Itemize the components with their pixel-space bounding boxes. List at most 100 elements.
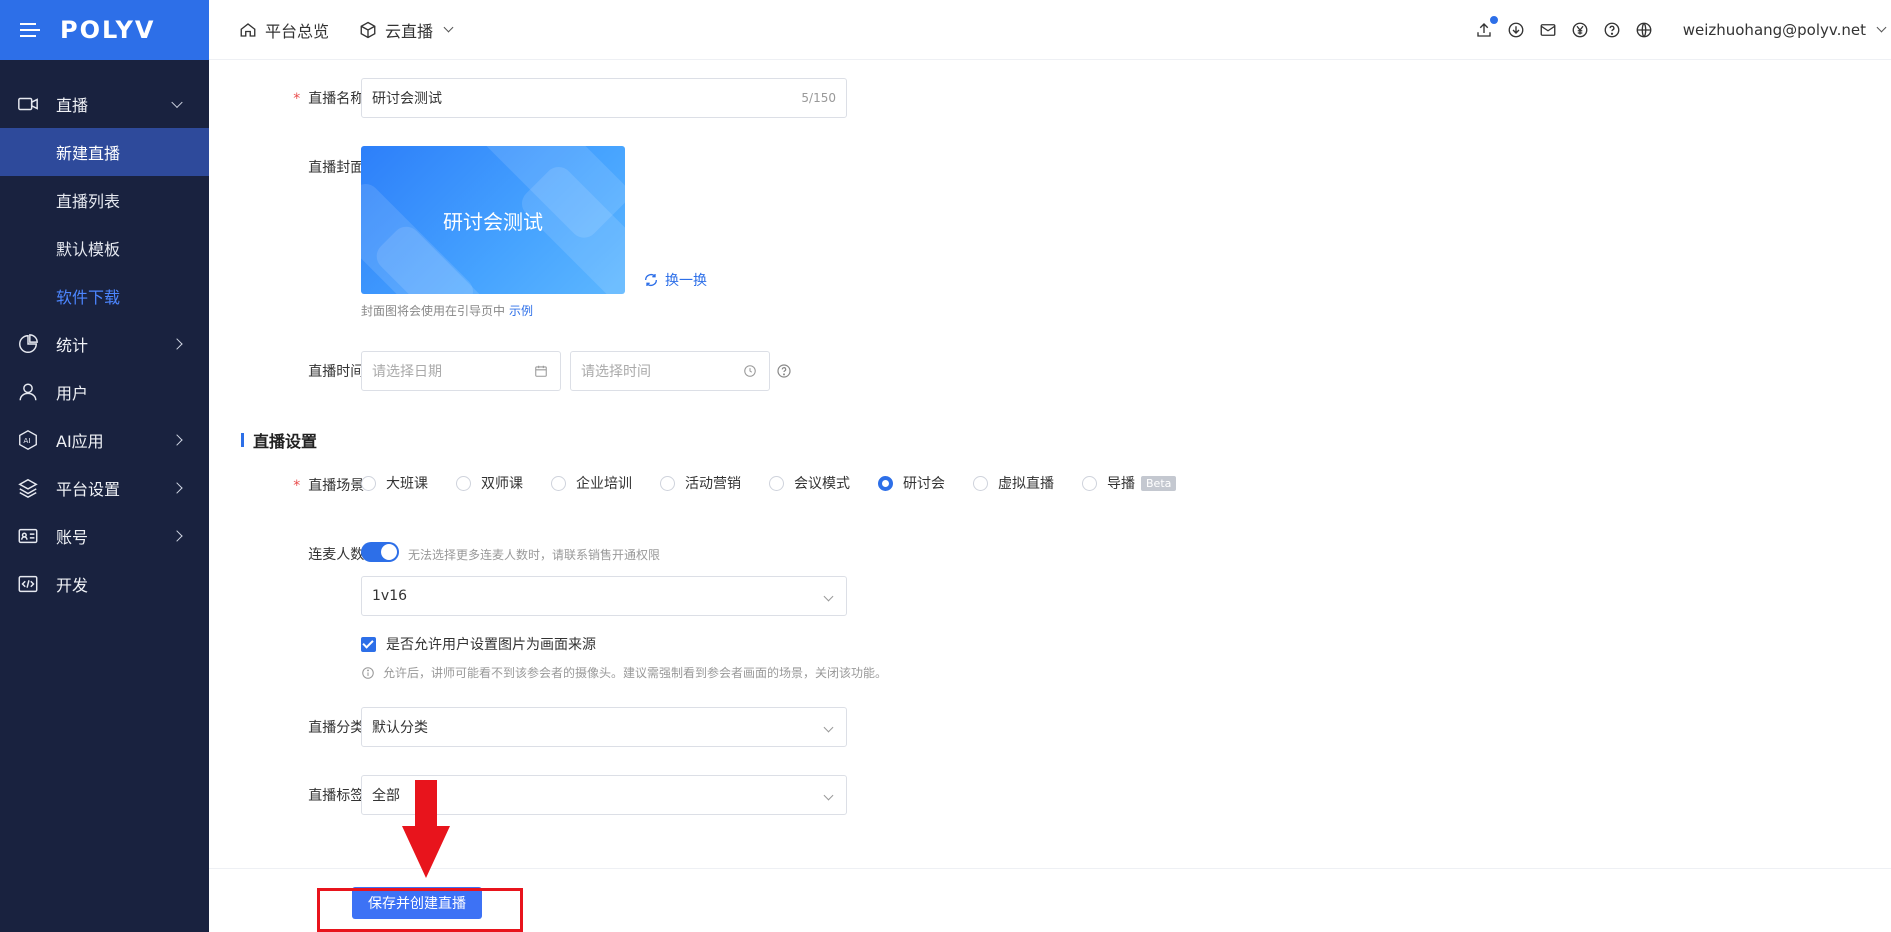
topbar: 平台总览 云直播 weizhuohang@polyv.net [209, 0, 1891, 60]
logo: POLYV [60, 16, 156, 44]
date-placeholder: 请选择日期 [372, 364, 442, 380]
scene-option[interactable]: 导播 Beta [1082, 473, 1177, 493]
sidebar-item-label: AI应用 [56, 432, 104, 451]
sidebar-item-live[interactable]: 直播 [0, 80, 209, 128]
name-counter: 5/150 [801, 91, 836, 105]
home-icon [240, 22, 256, 37]
chevron-down-icon [823, 591, 834, 602]
sidebar-item-default-template[interactable]: 默认模板 [0, 224, 209, 272]
sidebar-item-new-live[interactable]: 新建直播 [0, 128, 209, 176]
scene-option[interactable]: 双师课 [456, 473, 523, 493]
scene-option[interactable]: 活动营销 [660, 473, 741, 493]
scene-option[interactable]: 大班课 [361, 473, 428, 493]
code-icon [14, 570, 42, 598]
topbar-actions: weizhuohang@polyv.net [1475, 14, 1891, 39]
swap-label: 换一换 [665, 273, 707, 289]
category-select[interactable]: 默认分类 [361, 707, 847, 747]
user-icon [14, 378, 42, 406]
question-icon[interactable] [776, 363, 792, 379]
time-picker[interactable]: 请选择时间 [570, 351, 770, 391]
tab-label: 云直播 [385, 21, 434, 41]
scene-option-selected[interactable]: 研讨会 [878, 473, 945, 493]
cover-title: 研讨会测试 [443, 209, 543, 234]
sidebar-item-label: 直播 [56, 96, 89, 115]
cover-image[interactable]: 研讨会测试 [361, 146, 625, 294]
linkmic-hint: 无法选择更多连麦人数时，请联系销售开通权限 [408, 548, 661, 562]
logo-bar: POLYV [0, 0, 209, 60]
sidebar-item-label: 统计 [56, 336, 89, 355]
download-icon[interactable] [1507, 21, 1525, 39]
save-and-create-button[interactable]: 保存并创建直播 [352, 887, 482, 919]
globe-icon[interactable] [1635, 21, 1653, 39]
mail-icon[interactable] [1539, 21, 1557, 39]
help-icon[interactable] [1603, 21, 1621, 39]
sidebar-item-label: 账号 [56, 528, 89, 547]
allow-image-checkbox[interactable]: 是否允许用户设置图片为画面来源 [361, 634, 596, 654]
linkmic-toggle[interactable] [361, 542, 399, 562]
time-label: 直播时间: [308, 364, 369, 380]
chevron-right-icon [171, 338, 183, 350]
sidebar-item-label: 用户 [56, 384, 89, 403]
linkmic-label: 连麦人数: [308, 547, 369, 563]
sidebar-item-ai[interactable]: AI AI应用 [0, 416, 209, 464]
radio-circle [660, 475, 675, 491]
allow-image-label: 是否允许用户设置图片为画面来源 [386, 637, 596, 653]
date-picker[interactable]: 请选择日期 [361, 351, 561, 391]
chevron-down-icon [823, 722, 834, 733]
layers-icon [14, 474, 42, 502]
sidebar-nav: 直播 新建直播 直播列表 默认模板 软件下载 统计 用户 AI AI应用 平台设… [0, 60, 209, 608]
sidebar-item-develop[interactable]: 开发 [0, 560, 209, 608]
chevron-right-icon [171, 434, 183, 446]
chevron-down-icon [171, 96, 183, 109]
tab-cloud-live[interactable]: 云直播 [359, 18, 454, 42]
upload-icon[interactable] [1475, 14, 1499, 39]
section-bar [241, 433, 244, 447]
user-email[interactable]: weizhuohang@polyv.net [1683, 21, 1866, 39]
live-name-input[interactable]: 研讨会测试 5/150 [361, 78, 847, 118]
info-icon [362, 666, 374, 679]
yen-icon[interactable] [1571, 21, 1589, 39]
tag-select[interactable]: 全部 [361, 775, 847, 815]
calendar-icon [535, 365, 547, 377]
scene-radio-group: 大班课 双师课 企业培训 活动营销 会议模式 研讨会 虚拟直播 导播 Beta [361, 473, 1204, 493]
sidebar-item-platform-settings[interactable]: 平台设置 [0, 464, 209, 512]
menu-toggle-icon[interactable] [20, 23, 40, 37]
sidebar-item-live-list[interactable]: 直播列表 [0, 176, 209, 224]
sidebar-item-software-download[interactable]: 软件下载 [0, 272, 209, 320]
scene-option[interactable]: 企业培训 [551, 473, 632, 493]
example-link[interactable]: 示例 [509, 304, 533, 318]
tag-label: 直播标签: [308, 788, 369, 804]
svg-text:AI: AI [23, 436, 30, 445]
cover-tip: 封面图将会使用在引导页中 示例 [361, 304, 534, 318]
sidebar-item-label: 开发 [56, 576, 89, 595]
name-label: * 直播名称: [293, 91, 369, 107]
scene-option[interactable]: 会议模式 [769, 473, 850, 493]
category-value: 默认分类 [372, 720, 428, 736]
radio-circle [551, 475, 566, 491]
time-placeholder: 请选择时间 [581, 364, 651, 380]
tab-label: 平台总览 [265, 21, 330, 41]
radio-circle [973, 475, 988, 491]
video-camera-icon [14, 90, 42, 118]
radio-circle [456, 475, 471, 491]
chevron-down-icon [823, 790, 834, 801]
ai-hexagon-icon: AI [14, 426, 42, 454]
linkmic-value: 1v16 [372, 588, 408, 604]
radio-circle [1082, 475, 1097, 491]
chevron-down-icon[interactable] [1876, 22, 1887, 33]
swap-cover-button[interactable]: 换一换 [643, 270, 707, 290]
toggle-knob [381, 544, 397, 560]
tab-platform-overview[interactable]: 平台总览 [239, 18, 329, 42]
sidebar-item-account[interactable]: 账号 [0, 512, 209, 560]
beta-badge: Beta [1141, 475, 1177, 491]
scene-option[interactable]: 虚拟直播 [973, 473, 1054, 493]
section-title: 直播设置 [241, 428, 317, 452]
sidebar-item-users[interactable]: 用户 [0, 368, 209, 416]
sidebar-item-statistics[interactable]: 统计 [0, 320, 209, 368]
live-name-value: 研讨会测试 [372, 91, 442, 107]
sidebar-item-label: 平台设置 [56, 480, 121, 499]
cover-label: 直播封面: [308, 160, 369, 176]
linkmic-select[interactable]: 1v16 [361, 576, 847, 616]
form-footer: 保存并创建直播 [209, 868, 1891, 932]
id-card-icon [14, 522, 42, 550]
